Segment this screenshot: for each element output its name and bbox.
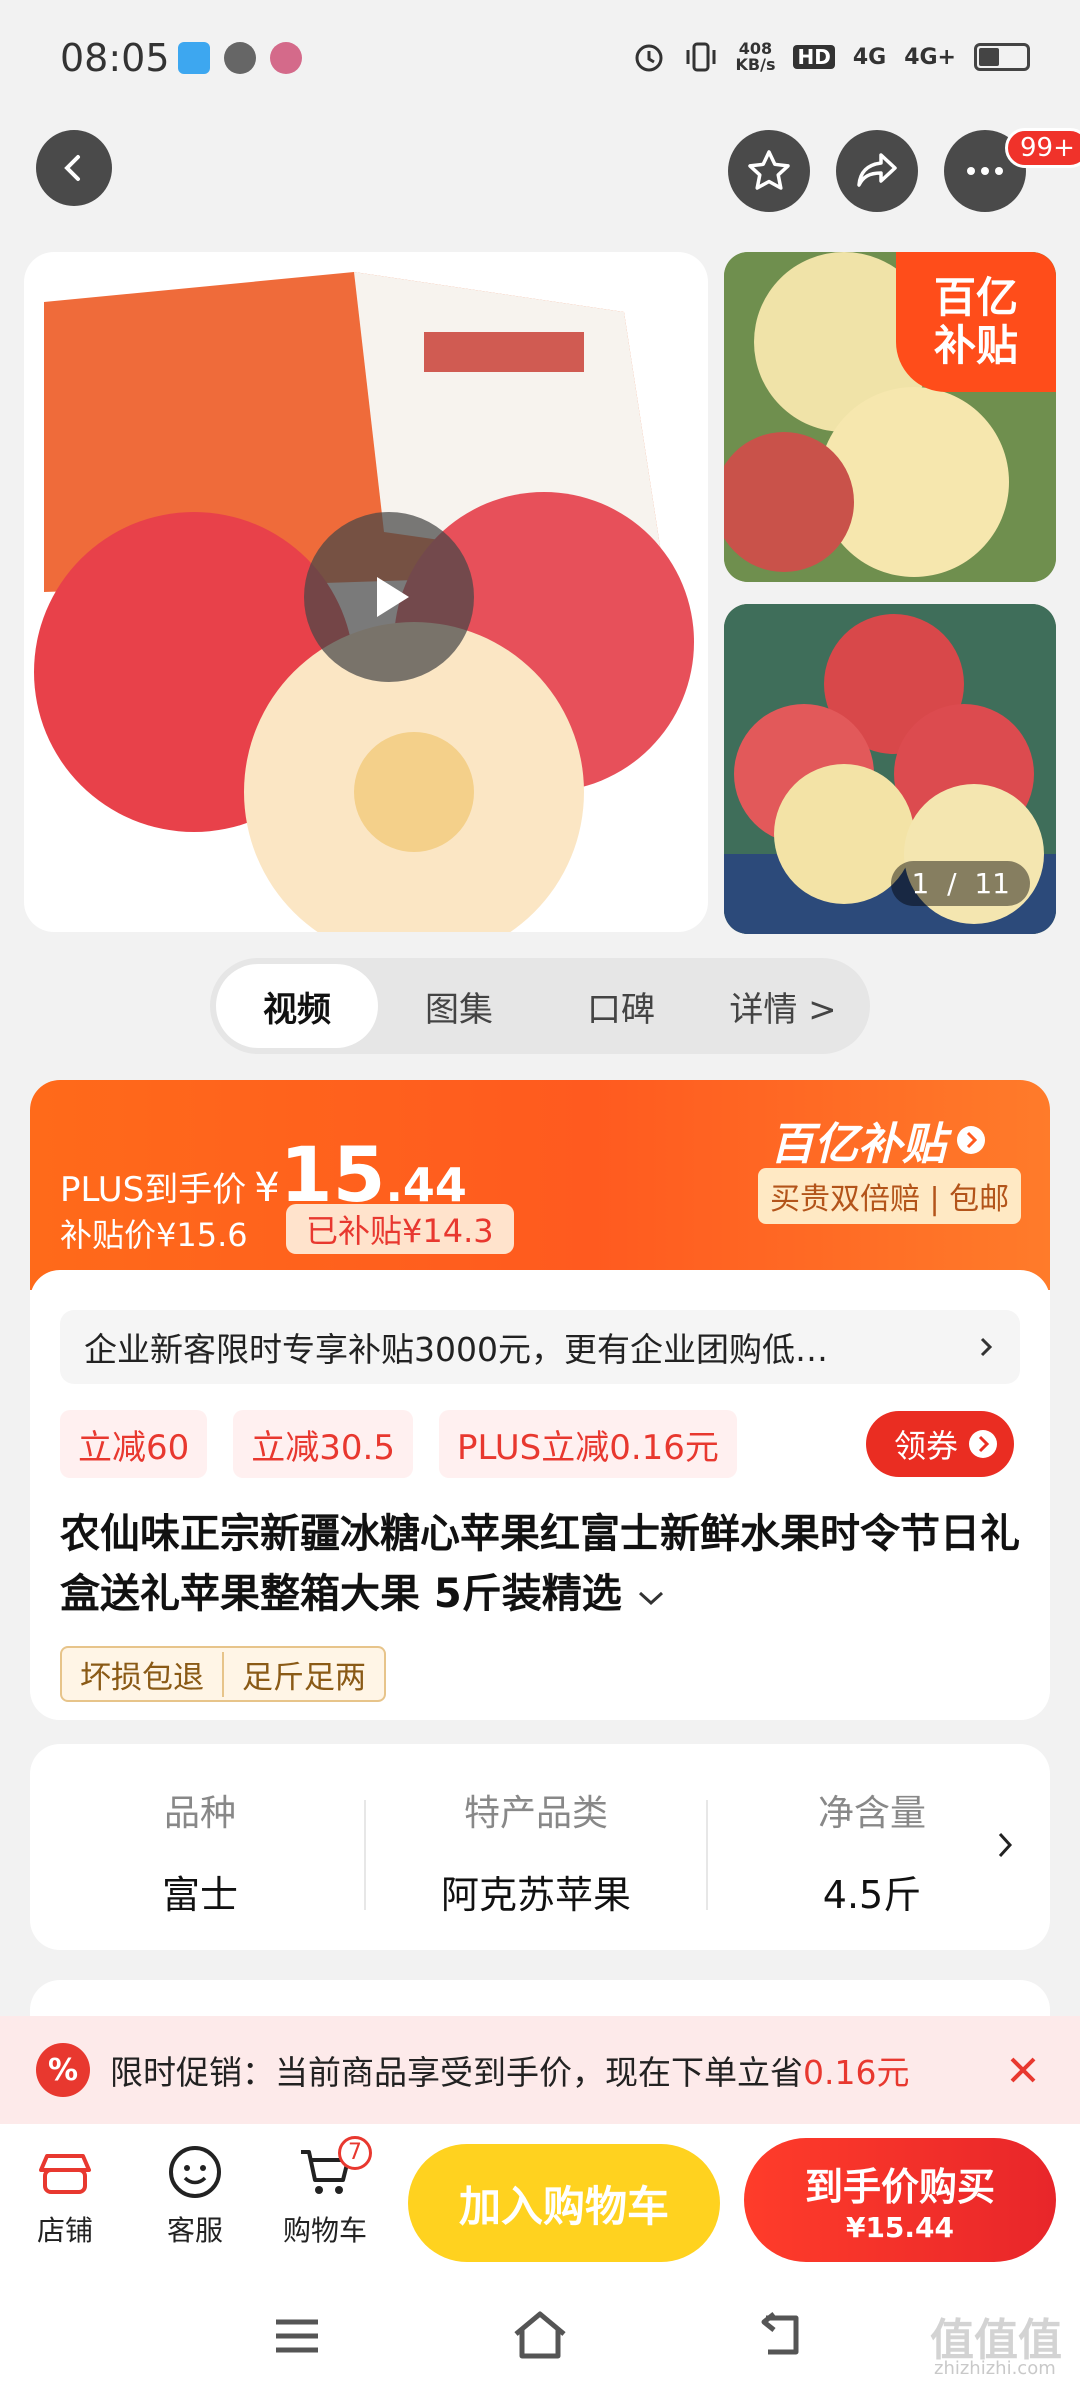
price-card: PLUS到手价 ¥ 15 .44 补贴价¥15.6 已补贴¥14.3 百亿补贴 … [30,1080,1050,1720]
battery-icon [974,43,1030,71]
avatar-icon [270,42,302,74]
alarm-icon [635,44,662,72]
service-tags: 坏损包退 足斤足两 [60,1646,386,1702]
discount-chip[interactable]: 立减60 [60,1410,208,1478]
product-attributes[interactable]: 品种 富士 特产品类 阿克苏苹果 净含量 4.5斤 [30,1744,1050,1950]
divider [364,1800,366,1910]
system-navigation-bar: 值值值 zhizhizhi.com [0,2274,1080,2400]
tab-details[interactable]: 详情 > [702,964,864,1048]
thumbnail-1[interactable]: 百亿 补贴 [724,252,1056,582]
cart-count-badge: 7 [338,2136,372,2170]
clock: 08:05 [60,36,170,80]
shop-icon [39,2154,91,2194]
image-counter: 1 / 11 [891,861,1030,906]
chat-icon [169,2146,221,2198]
chevron-right-icon[interactable] [995,1828,1015,1862]
guarantee-badge: 买贵双倍赔 | 包邮 [758,1168,1022,1224]
play-video-button[interactable] [304,512,474,682]
add-to-cart-button[interactable]: 加入购物车 [408,2144,720,2262]
watermark-text: zhizhizhi.com [934,2358,1056,2379]
bottom-action-bar: 店铺 客服 购物车 7 加入购物车 到手价购买 ¥15.44 [0,2124,1080,2274]
get-coupon-button[interactable]: 领券 [866,1411,1015,1477]
price-body: 企业新客限时专享补贴3000元，更有企业团购低… 立减60 立减30.5 PLU… [30,1270,1050,1720]
tab-gallery[interactable]: 图集 [378,964,540,1048]
system-icons: 408 KB/s HD 4G 4G+ [632,39,1030,74]
share-icon [857,153,897,187]
signal-4g-plus: 4G+ [904,44,956,70]
cart-button[interactable]: 购物车 7 [270,2136,380,2249]
price-header: PLUS到手价 ¥ 15 .44 补贴价¥15.6 已补贴¥14.3 百亿补贴 … [30,1080,1050,1290]
chevron-down-icon [638,1591,663,1606]
attribute-weight: 净含量 4.5斤 [817,1793,926,1917]
chevron-right-icon [980,1337,993,1357]
app-notification-icon [178,42,210,74]
hd-icon: HD [793,45,835,69]
chevron-circle-icon [957,1126,985,1154]
divider [706,1800,708,1910]
attribute-variety: 品种 富士 [161,1793,238,1917]
back-nav-icon[interactable] [756,2310,806,2360]
message-badge: 99+ [1005,128,1080,168]
discount-chip[interactable]: 立减30.5 [233,1410,413,1478]
close-icon[interactable] [1006,2053,1040,2087]
chevron-left-icon [64,155,80,181]
subsidy-price: 补贴价¥15.6 [60,1216,248,1254]
back-button[interactable] [36,130,112,206]
home-icon[interactable] [510,2308,570,2362]
shop-button[interactable]: 店铺 [10,2142,120,2249]
more-icon [967,167,1003,175]
brand-subsidy-logo[interactable]: 百亿补贴 [770,1108,986,1172]
net-speed: 408 KB/s [735,39,776,74]
favorite-button[interactable] [728,130,810,212]
promo-banner[interactable]: % 限时促销：当前商品享受到手价，现在下单立省0.16元 [0,2016,1080,2124]
share-button[interactable] [836,130,918,212]
product-main-image[interactable] [24,252,708,932]
notification-icons [178,42,302,74]
wechat-icon [224,42,256,74]
tab-reviews[interactable]: 口碑 [540,964,702,1048]
discount-chips: 立减60 立减30.5 PLUS立减0.16元 [60,1410,737,1478]
discount-icon: % [36,2043,90,2097]
media-tabs: 视频 图集 口碑 详情 > [210,958,870,1054]
menu-icon[interactable] [272,2314,322,2358]
signal-4g: 4G [852,44,887,70]
status-bar: 08:05 408 KB/s HD 4G 4G+ [0,0,1080,120]
vibrate-icon [686,42,715,72]
discount-chip[interactable]: PLUS立减0.16元 [438,1410,737,1478]
star-icon [748,150,790,190]
subsidized-amount: 已补贴¥14.3 [286,1204,514,1254]
customer-service-button[interactable]: 客服 [140,2142,250,2249]
play-icon [377,577,409,617]
chevron-circle-icon [969,1430,998,1458]
subsidy-tag: 百亿 补贴 [896,252,1056,392]
tab-video[interactable]: 视频 [216,964,378,1048]
product-title[interactable]: 农仙味正宗新疆冰糖心苹果红富士新鲜水果时令节日礼盒送礼苹果整箱大果 5斤装精选 [60,1504,1040,1624]
enterprise-notice[interactable]: 企业新客限时专享补贴3000元，更有企业团购低… [60,1310,1020,1384]
buy-now-button[interactable]: 到手价购买 ¥15.44 [744,2138,1056,2262]
promo-text: 限时促销：当前商品享受到手价，现在下单立省0.16元 [110,2053,910,2092]
thumbnail-2[interactable]: 1 / 11 [724,604,1056,934]
attribute-category: 特产品类 阿克苏苹果 [440,1793,631,1917]
